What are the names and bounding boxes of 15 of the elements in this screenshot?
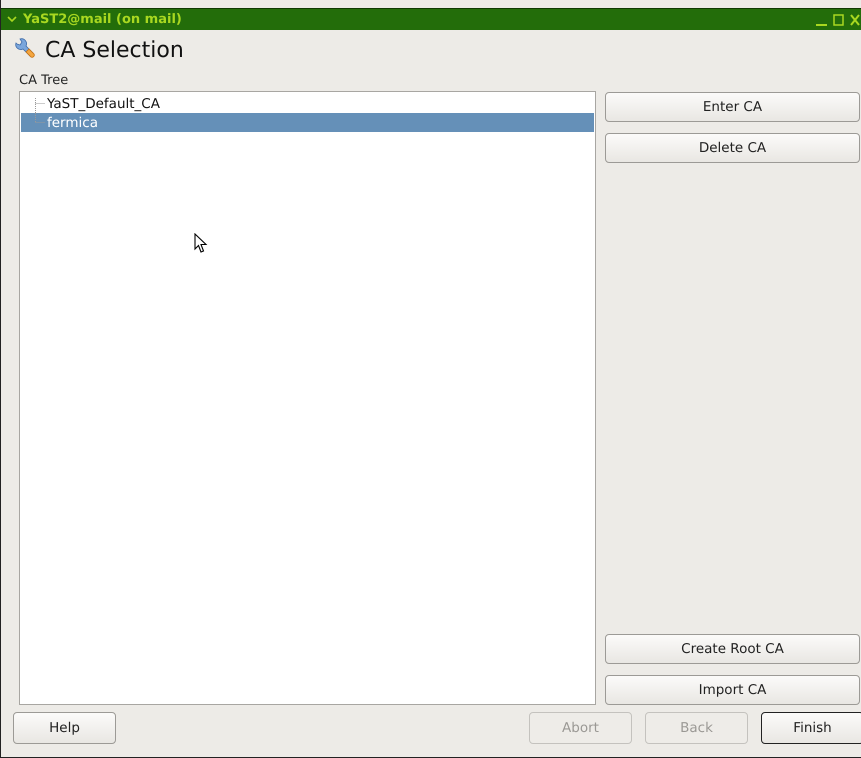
- button[interactable]: Enter CA: [605, 92, 860, 122]
- button[interactable]: Delete CA: [605, 133, 860, 163]
- button[interactable]: Import CA: [605, 675, 860, 705]
- maximize-icon[interactable]: [833, 14, 844, 26]
- window-title: YaST2@mail (on mail): [23, 12, 182, 27]
- tree-label: CA Tree: [19, 72, 70, 88]
- mouse-pointer-icon: [194, 233, 208, 254]
- page-heading: CA Selection: [45, 38, 184, 62]
- tree-view[interactable]: YaST_Default_CA fermica: [19, 91, 596, 705]
- close-icon[interactable]: [850, 14, 860, 26]
- chevron-icon[interactable]: [7, 16, 17, 23]
- button[interactable]: Help: [13, 712, 116, 744]
- tree-item[interactable]: YaST_Default_CA: [21, 94, 594, 113]
- button[interactable]: Finish: [761, 712, 861, 744]
- button[interactable]: Create Root CA: [605, 634, 860, 664]
